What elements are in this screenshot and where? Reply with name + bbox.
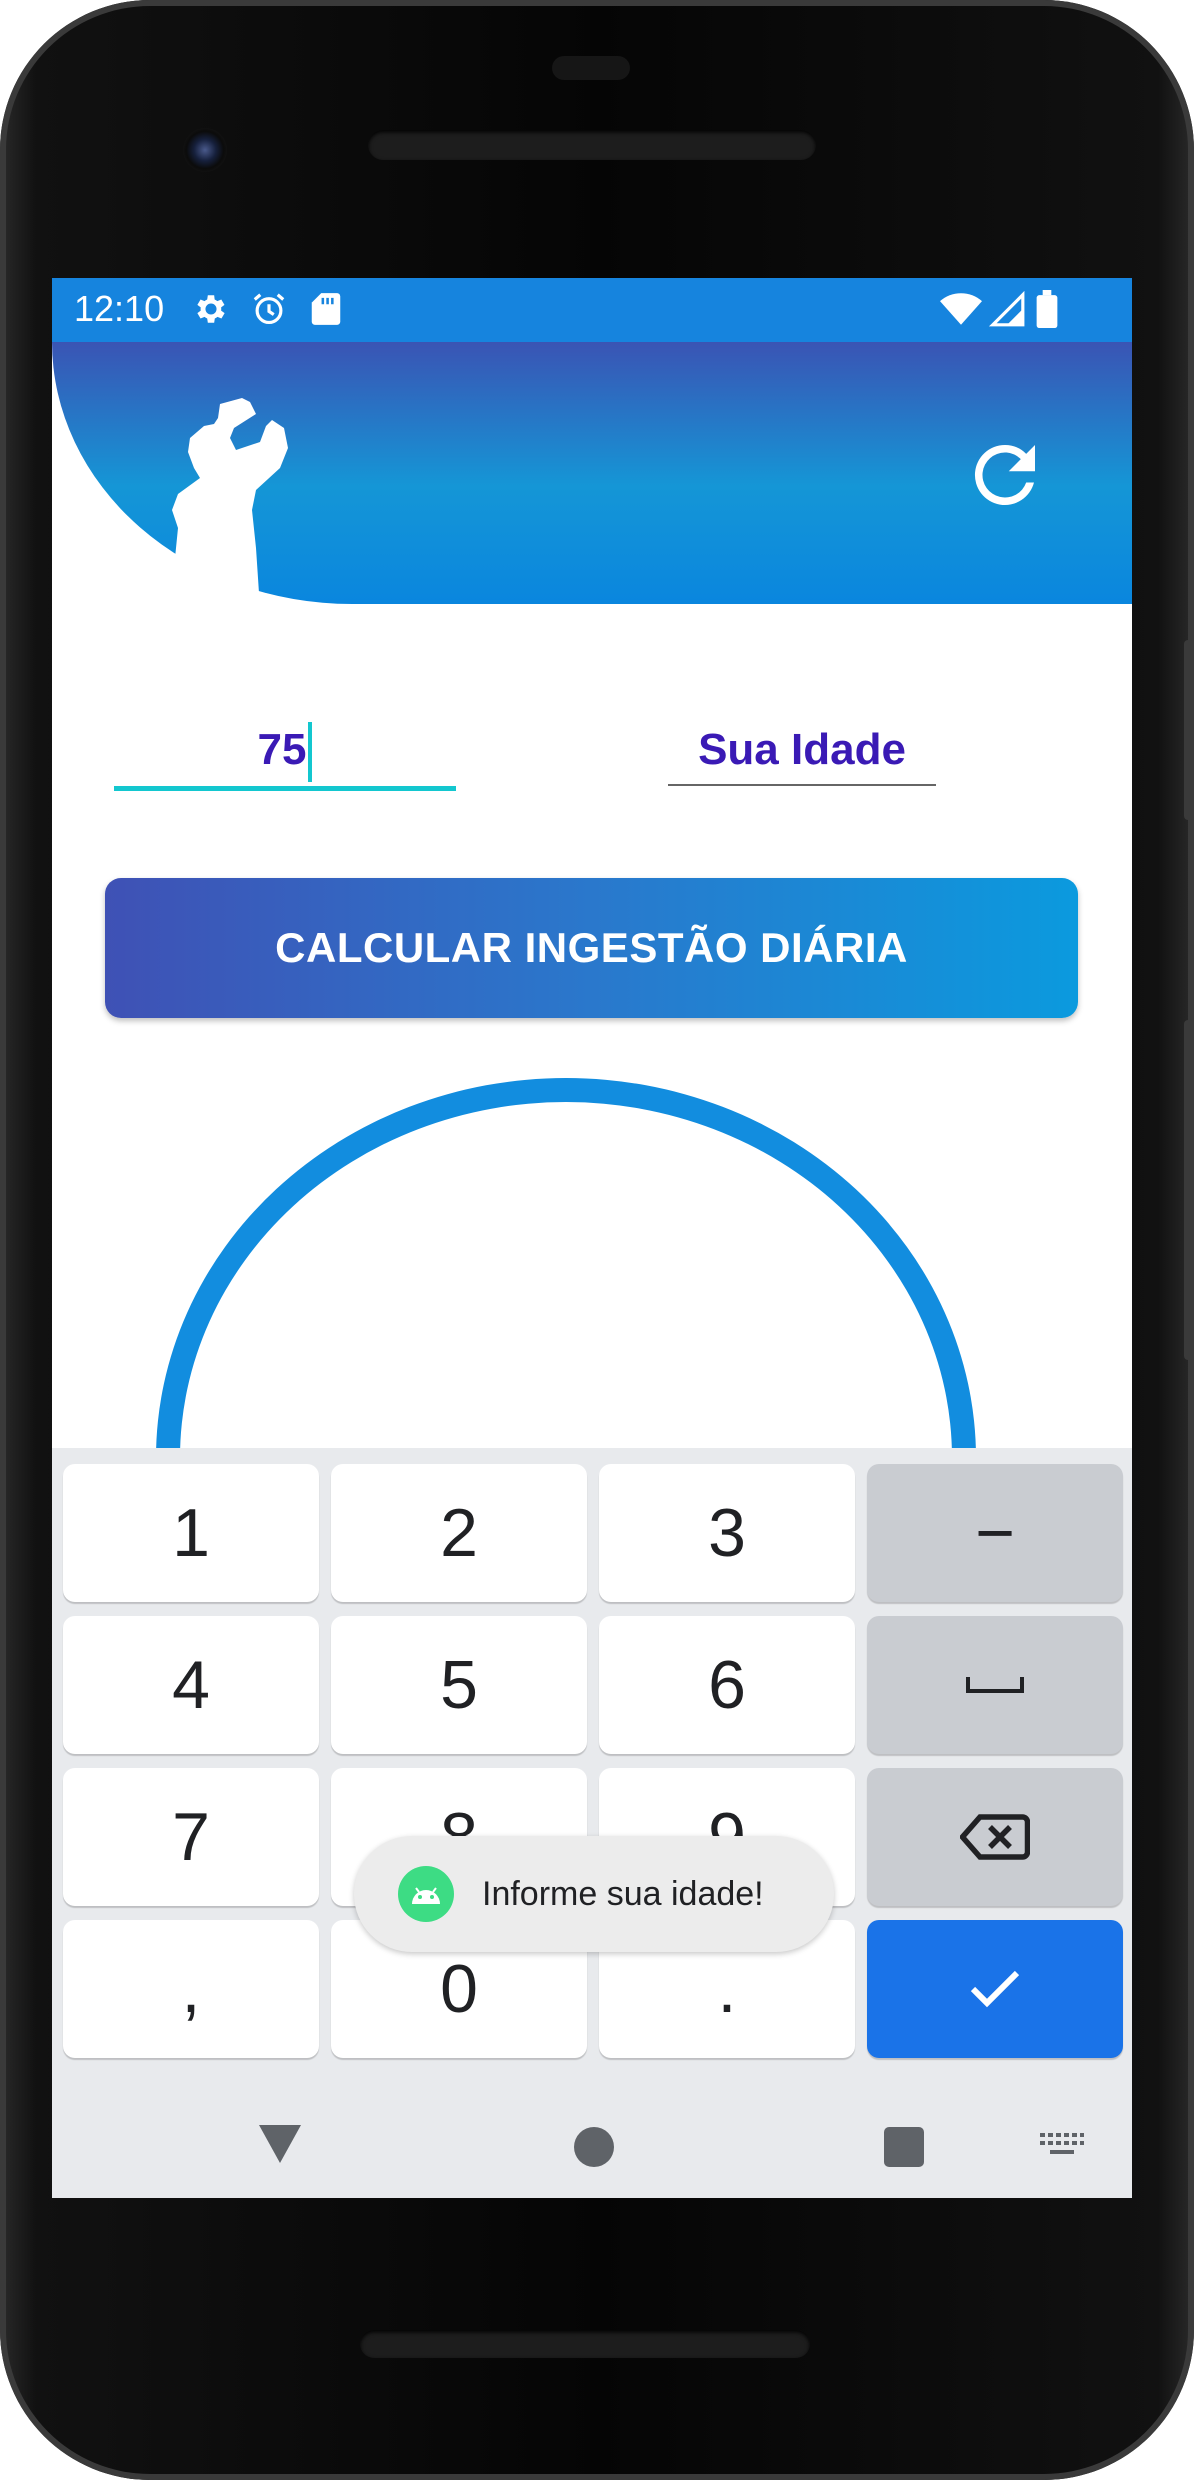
power-button: [1184, 640, 1194, 820]
proximity-sensor: [552, 56, 630, 80]
signal-icon: [988, 290, 1025, 327]
back-icon[interactable]: [257, 2123, 303, 2165]
numeric-keyboard: 1 2 3 − 4 5 6 7 8 9 , 0 .: [52, 1448, 1132, 2198]
key-1[interactable]: 1: [63, 1464, 319, 1602]
home-icon[interactable]: [574, 2127, 614, 2167]
key-6[interactable]: 6: [599, 1616, 855, 1754]
backspace-icon: [960, 1814, 1030, 1860]
wifi-icon: [940, 293, 982, 325]
space-icon: [966, 1677, 1024, 1693]
settings-icon: [197, 295, 225, 323]
volume-button: [1184, 1020, 1194, 1360]
refresh-button[interactable]: [960, 430, 1050, 520]
sd-card-icon: [311, 293, 341, 325]
calculate-daily-intake-button[interactable]: CALCULAR INGESTÃO DIÁRIA: [105, 878, 1078, 1018]
navigation-bar: [52, 2093, 1132, 2198]
front-camera: [183, 128, 227, 172]
age-input-placeholder: Sua Idade: [698, 725, 906, 774]
drinking-person-silhouette: [168, 398, 288, 604]
key-minus[interactable]: −: [867, 1464, 1123, 1602]
app-header: [52, 342, 1132, 604]
recent-apps-icon[interactable]: [884, 2127, 924, 2167]
key-4[interactable]: 4: [63, 1616, 319, 1754]
battery-icon: [1036, 290, 1058, 328]
key-backspace[interactable]: [867, 1768, 1123, 1906]
age-input[interactable]: Sua Idade: [668, 716, 936, 786]
status-time: 12:10: [74, 288, 165, 329]
keyboard-switch-icon[interactable]: [1040, 2133, 1084, 2159]
android-icon: [398, 1866, 454, 1922]
earpiece-speaker: [368, 130, 816, 160]
alarm-icon: [253, 293, 285, 325]
key-done[interactable]: [867, 1920, 1123, 2058]
bottom-speaker: [360, 2330, 810, 2358]
text-cursor: [308, 722, 313, 783]
refresh-icon: [974, 444, 1035, 505]
status-bar: 12:10: [52, 278, 1132, 342]
weight-input[interactable]: 75: [114, 716, 456, 791]
key-2[interactable]: 2: [331, 1464, 587, 1602]
phone-frame: 12:10 75 Sua Idade CALCULAR INGESTÃO DIÁ…: [0, 0, 1194, 2480]
key-5[interactable]: 5: [331, 1616, 587, 1754]
key-3[interactable]: 3: [599, 1464, 855, 1602]
app-screen: 12:10 75 Sua Idade CALCULAR INGESTÃO DIÁ…: [52, 278, 1132, 2198]
key-comma[interactable]: ,: [63, 1920, 319, 2058]
key-space[interactable]: [867, 1616, 1123, 1754]
toast-text: Informe sua idade!: [482, 1874, 764, 1913]
done-check-icon: [970, 1970, 1020, 2008]
key-7[interactable]: 7: [63, 1768, 319, 1906]
toast-message: Informe sua idade!: [354, 1836, 834, 1952]
weight-input-value: 75: [257, 725, 307, 774]
